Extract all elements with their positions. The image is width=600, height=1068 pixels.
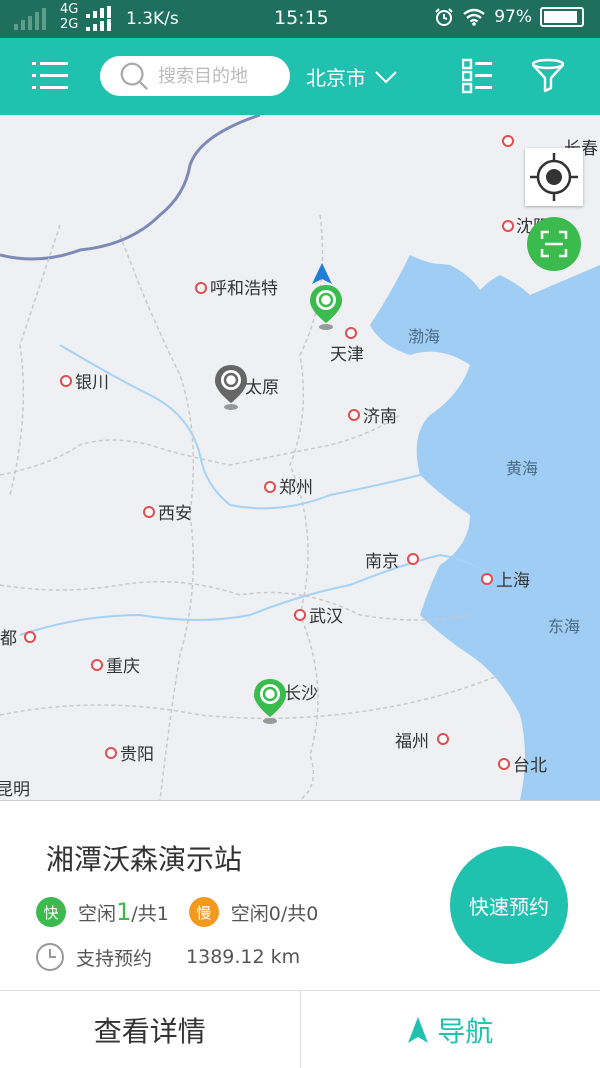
city-dot: [294, 609, 306, 621]
city-label-guiyang: 贵阳: [120, 740, 154, 765]
scan-icon: [527, 217, 581, 271]
city-dot: [481, 573, 493, 585]
city-dot: [105, 747, 117, 759]
city-label-taiyuan: 太原: [245, 373, 279, 398]
fast-free-count: 1: [116, 898, 131, 926]
chevron-down-icon: [374, 70, 398, 84]
city-label-shanghai: 上海: [496, 566, 530, 591]
station-marker-beijing[interactable]: [308, 283, 344, 331]
city-dot: [407, 553, 419, 565]
signal-icon: [14, 8, 50, 30]
station-marker-taiyuan[interactable]: [213, 363, 249, 411]
slow-availability: 空闲0/共0: [231, 899, 319, 926]
quick-book-button[interactable]: 快速预约: [450, 846, 568, 964]
alarm-icon: [434, 7, 454, 27]
city-label-zhengzhou: 郑州: [279, 473, 313, 498]
station-name: 湘潭沃森演示站: [46, 838, 242, 878]
locate-icon: [525, 148, 583, 206]
charger-availability: 快 空闲 1 /共1 慢 空闲0/共0: [36, 897, 318, 927]
menu-button[interactable]: [32, 58, 68, 94]
city-label-fuzhou: 福州: [395, 727, 429, 752]
net-speed: 1.3K/s: [126, 9, 179, 29]
signal-strength-icon: [86, 6, 118, 32]
search-icon: [118, 59, 150, 93]
city-label-kunming: 昆明: [0, 775, 30, 800]
city-label-hohhot: 呼和浩特: [210, 274, 278, 299]
map-view[interactable]: 长春 沈阳 呼和浩特 天津 银川 太原 济南 郑州 西安 南京 上海 武汉 都 …: [0, 115, 600, 800]
search-box[interactable]: [100, 56, 290, 96]
city-dot: [502, 220, 514, 232]
navigate-arrow-icon: [407, 1016, 429, 1044]
city-label-chongqing: 重庆: [106, 652, 140, 677]
city-dot: [348, 409, 360, 421]
sea-label-yellow-sea: 黄海: [506, 455, 538, 479]
clock: 15:15: [274, 7, 329, 29]
view-details-button[interactable]: 查看详情: [0, 991, 300, 1068]
network-type: 4G 2G: [60, 2, 78, 32]
distance: 1389.12 km: [186, 946, 300, 968]
slow-charge-badge: 慢: [189, 897, 219, 927]
city-label-taipei: 台北: [513, 751, 547, 776]
city-label-wuhan: 武汉: [309, 602, 343, 627]
city-label-yinchuan: 银川: [75, 368, 109, 393]
scan-button[interactable]: [527, 217, 581, 271]
city-dot: [195, 282, 207, 294]
wifi-icon: [462, 8, 486, 26]
fast-label-suffix: /共1: [131, 899, 169, 926]
city-dot: [345, 327, 357, 339]
battery-percent: 97%: [494, 7, 532, 27]
city-dot: [502, 135, 514, 147]
reservation-row: 支持预约 1389.12 km: [34, 941, 300, 973]
navigate-label: 导航: [437, 1010, 493, 1050]
city-label-jinan: 济南: [363, 402, 397, 427]
battery-icon: [540, 7, 584, 27]
city-dot: [498, 758, 510, 770]
city-dot: [60, 375, 72, 387]
city-dot: [264, 481, 276, 493]
search-input[interactable]: [156, 65, 290, 88]
city-label-nanjing: 南京: [365, 547, 399, 572]
filter-icon: [530, 58, 566, 94]
list-icon: [462, 58, 494, 94]
city-selector[interactable]: 北京市: [306, 62, 398, 91]
navigate-button[interactable]: 导航: [301, 991, 600, 1068]
menu-icon: [32, 58, 68, 94]
reservation-label: 支持预约: [76, 944, 152, 971]
sea-label-bohai: 渤海: [408, 323, 440, 347]
city-label-chengdu: 都: [0, 624, 17, 649]
city-label-xian: 西安: [158, 499, 192, 524]
list-view-button[interactable]: [462, 58, 494, 98]
fast-charge-badge: 快: [36, 897, 66, 927]
city-label-tianjin: 天津: [330, 340, 364, 365]
sea-label-east-sea: 东海: [548, 613, 580, 637]
city-dot: [24, 631, 36, 643]
bottom-action-bar: 查看详情 导航: [0, 990, 600, 1068]
status-bar: 4G 2G 1.3K/s 15:15 97%: [0, 0, 600, 38]
app-bar: 北京市: [0, 38, 600, 115]
filter-button[interactable]: [530, 58, 566, 98]
city-label-changsha: 长沙: [284, 679, 318, 704]
city-dot: [437, 733, 449, 745]
fast-label-prefix: 空闲: [78, 899, 116, 926]
city-dot: [143, 506, 155, 518]
locate-button[interactable]: [525, 148, 583, 206]
clock-icon: [34, 941, 66, 973]
station-marker-xiangtan-selected[interactable]: [252, 677, 288, 725]
city-dot: [91, 659, 103, 671]
city-label: 北京市: [306, 62, 366, 91]
